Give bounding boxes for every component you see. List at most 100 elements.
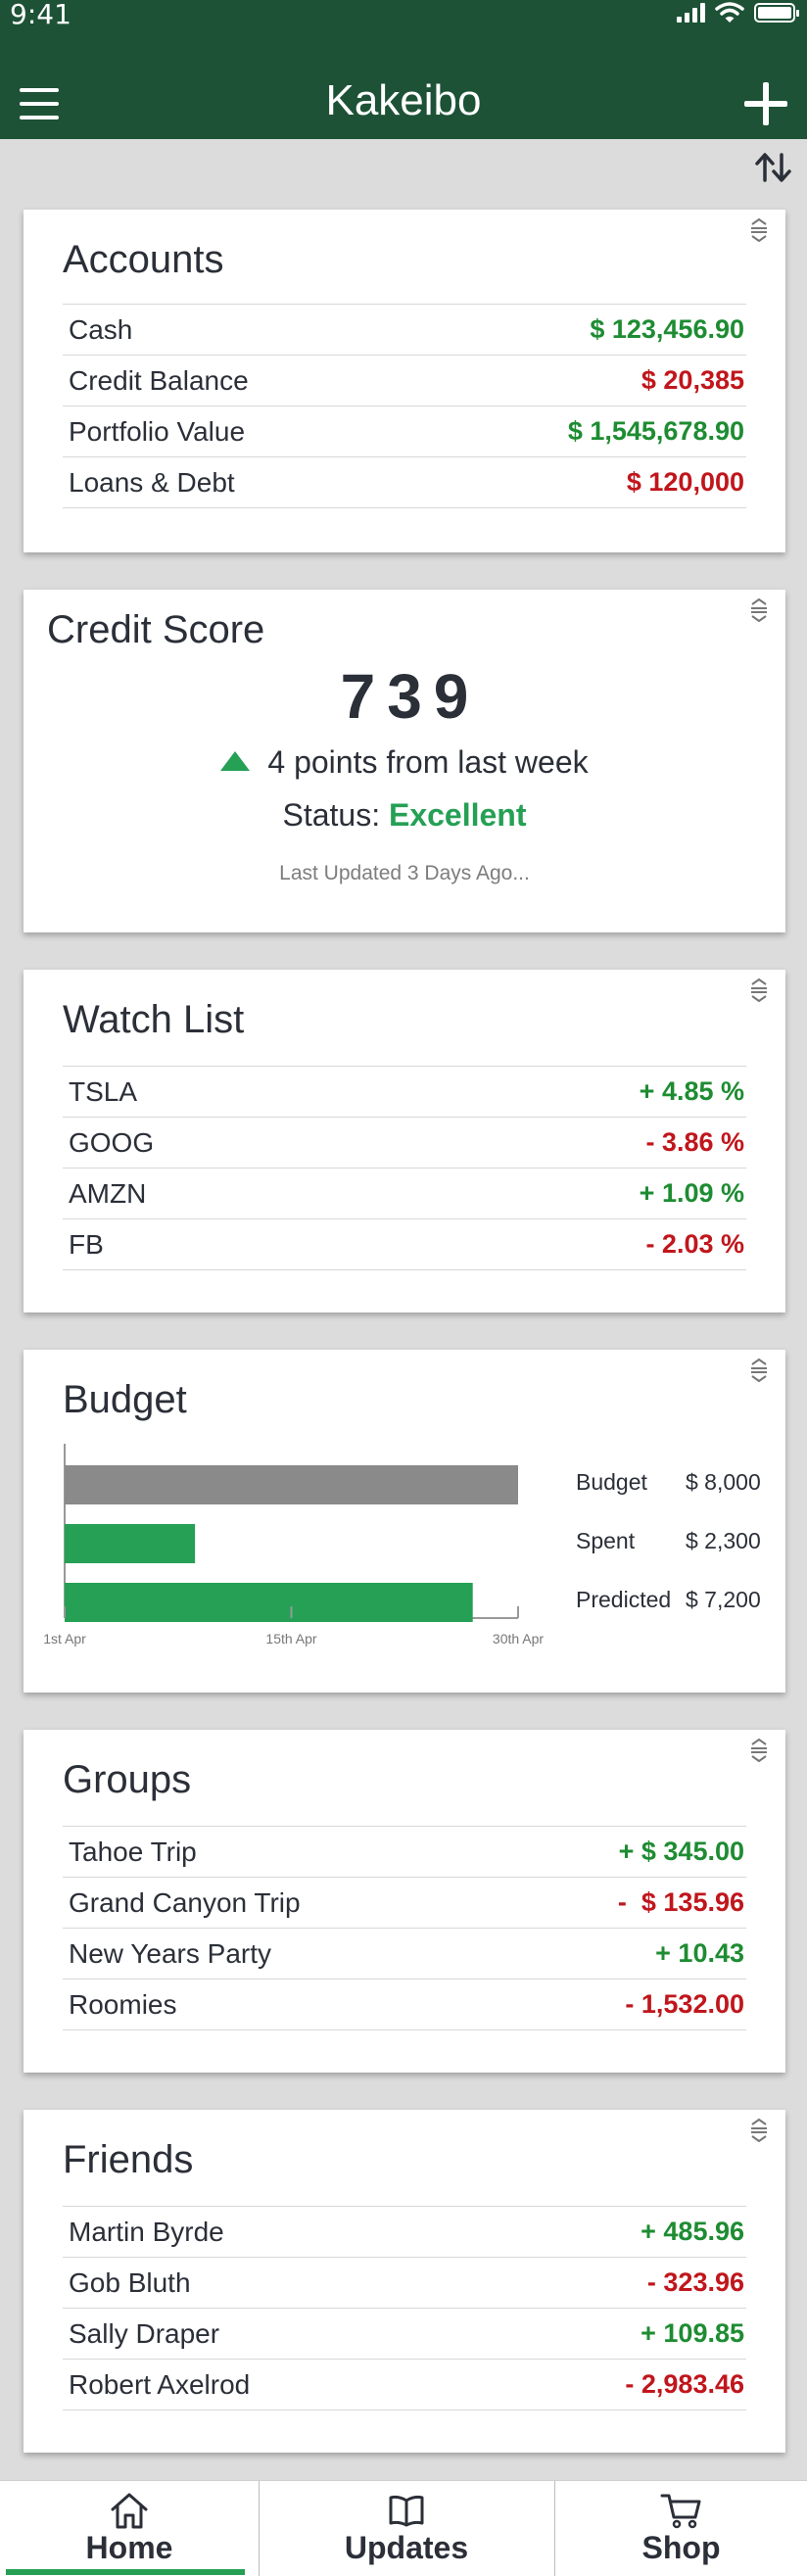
row-label: Loans & Debt	[69, 466, 235, 498]
bar-predicted	[65, 1583, 473, 1622]
bar-budget	[65, 1465, 518, 1504]
app-header: 9:41 Kakeibo	[0, 0, 807, 139]
row-value: + 10.43	[655, 1938, 744, 1968]
status-label: Status:	[282, 797, 381, 833]
friend-row-martin-byrde[interactable]: Martin Byrde + 485.96	[63, 2207, 746, 2258]
score-change-text: 4 points from last week	[267, 744, 589, 780]
drag-handle-icon[interactable]	[748, 978, 770, 1003]
card-title: Friends	[63, 2138, 194, 2181]
watch-list-card[interactable]: Watch List TSLA + 4.85 % GOOG - 3.86 % AMZ…	[24, 970, 785, 1312]
groups-card[interactable]: Groups Tahoe Trip + $ 345.00 Grand Canyon…	[24, 1730, 785, 2073]
row-label: TSLA	[69, 1075, 138, 1107]
drag-handle-icon[interactable]	[748, 217, 770, 243]
drag-handle-icon[interactable]	[748, 597, 770, 623]
card-title: Credit Score	[47, 608, 265, 651]
row-value: $ 1,545,678.90	[567, 416, 744, 446]
row-label: GOOG	[69, 1126, 155, 1158]
row-label: Martin Byrde	[69, 2216, 224, 2247]
score-change: 4 points from last week	[24, 744, 785, 781]
tab-shop[interactable]: Shop	[555, 2481, 807, 2576]
row-value: + 485.96	[641, 2217, 744, 2246]
watch-row-goog[interactable]: GOOG - 3.86 %	[63, 1118, 746, 1169]
x-tick-label: 1st Apr	[43, 1631, 86, 1646]
row-value: $ 20,385	[641, 365, 744, 395]
drag-handle-icon[interactable]	[748, 2118, 770, 2143]
cart-icon	[660, 2494, 700, 2529]
status-value: Excellent	[388, 797, 527, 833]
row-label: Credit Balance	[69, 364, 249, 396]
row-value: $ 120,000	[626, 467, 744, 497]
x-tick-label: 30th Apr	[493, 1631, 544, 1646]
tab-home[interactable]: Home	[0, 2481, 259, 2576]
bar-spent	[65, 1524, 196, 1563]
watch-row-fb[interactable]: FB - 2.03 %	[63, 1219, 746, 1270]
card-title: Accounts	[63, 238, 224, 281]
tab-label: Shop	[641, 2530, 721, 2565]
group-row-grand-canyon-trip[interactable]: Grand Canyon Trip - $ 135.96	[63, 1878, 746, 1929]
credit-status: Status: Excellent	[24, 797, 785, 834]
row-value: + $ 345.00	[618, 1837, 744, 1866]
row-value: - 2,983.46	[625, 2369, 744, 2399]
row-value: + 4.85 %	[639, 1076, 744, 1106]
legend-value-spent: $ 2,300	[686, 1528, 761, 1553]
card-title: Watch List	[63, 998, 245, 1041]
row-label: Sally Draper	[69, 2317, 220, 2349]
x-tick-label: 15th Apr	[265, 1631, 316, 1646]
group-row-new-years-party[interactable]: New Years Party + 10.43	[63, 1929, 746, 1980]
row-value: - 3.86 %	[645, 1127, 744, 1157]
status-time: 9:41	[10, 0, 71, 30]
wifi-icon	[715, 2, 744, 23]
account-row-loans-debt[interactable]: Loans & Debt $ 120,000	[63, 457, 746, 508]
home-icon	[111, 2493, 148, 2529]
row-label: FB	[69, 1228, 104, 1260]
arrow-up-icon	[220, 751, 251, 771]
account-row-credit-balance[interactable]: Credit Balance $ 20,385	[63, 356, 746, 406]
legend-value-predicted: $ 7,200	[686, 1587, 761, 1612]
group-row-tahoe-trip[interactable]: Tahoe Trip + $ 345.00	[63, 1827, 746, 1878]
active-tab-indicator	[6, 2569, 245, 2575]
legend-label-spent: Spent	[576, 1528, 636, 1553]
friend-row-sally-draper[interactable]: Sally Draper + 109.85	[63, 2309, 746, 2360]
row-value: + 109.85	[641, 2318, 744, 2348]
book-icon	[389, 2495, 424, 2527]
friends-card[interactable]: Friends Martin Byrde + 485.96 Gob Bluth - …	[24, 2110, 785, 2453]
budget-chart: 1st Apr 15th Apr 30th Apr	[43, 1444, 544, 1646]
watch-row-amzn[interactable]: AMZN + 1.09 %	[63, 1169, 746, 1219]
row-value: - 2.03 %	[645, 1229, 744, 1259]
row-label: Robert Axelrod	[69, 2368, 251, 2400]
tab-label: Home	[85, 2530, 173, 2565]
group-row-roomies[interactable]: Roomies - 1,532.00	[63, 1980, 746, 2030]
row-label: AMZN	[69, 1177, 147, 1209]
tab-updates[interactable]: Updates	[260, 2481, 553, 2576]
account-row-portfolio-value[interactable]: Portfolio Value $ 1,545,678.90	[63, 406, 746, 457]
row-label: Gob Bluth	[69, 2266, 191, 2298]
tab-label: Updates	[344, 2530, 469, 2565]
friend-row-gob-bluth[interactable]: Gob Bluth - 323.96	[63, 2258, 746, 2309]
app-title: Kakeibo	[325, 76, 482, 124]
friends-list: Martin Byrde + 485.96 Gob Bluth - 323.96 S…	[63, 2206, 746, 2410]
row-label: Cash	[69, 313, 133, 345]
battery-icon	[754, 3, 799, 23]
signal-icon	[677, 3, 705, 23]
legend-label-predicted: Predicted	[576, 1587, 672, 1612]
budget-card[interactable]: Budget 1st Apr 15th Apr 30th Apr Budget $ …	[24, 1350, 785, 1693]
status-icons	[677, 2, 799, 24]
drag-handle-icon[interactable]	[748, 1738, 770, 1763]
accounts-card[interactable]: Accounts Cash $ 123,456.90 Credit Balance…	[24, 210, 785, 552]
account-row-cash[interactable]: Cash $ 123,456.90	[63, 305, 746, 356]
row-value: - $ 135.96	[617, 1887, 744, 1917]
credit-score-value: 739	[340, 661, 481, 732]
legend-value-budget: $ 8,000	[686, 1469, 761, 1495]
bottom-tab-bar: Home Updates Shop	[0, 2480, 807, 2576]
watch-row-tsla[interactable]: TSLA + 4.85 %	[63, 1067, 746, 1118]
accounts-list: Cash $ 123,456.90 Credit Balance $ 20,385 …	[63, 304, 746, 508]
credit-score-card[interactable]: Credit Score 739 4 points from last week…	[24, 590, 785, 932]
row-value: $ 123,456.90	[590, 314, 744, 344]
sort-arrows-icon[interactable]	[754, 151, 793, 189]
row-label: New Years Party	[69, 1937, 271, 1969]
plus-icon[interactable]	[744, 82, 787, 125]
row-value: - 323.96	[646, 2267, 744, 2297]
friend-row-robert-axelrod[interactable]: Robert Axelrod - 2,983.46	[63, 2360, 746, 2410]
row-label: Tahoe Trip	[69, 1836, 197, 1867]
card-title: Groups	[63, 1758, 192, 1801]
